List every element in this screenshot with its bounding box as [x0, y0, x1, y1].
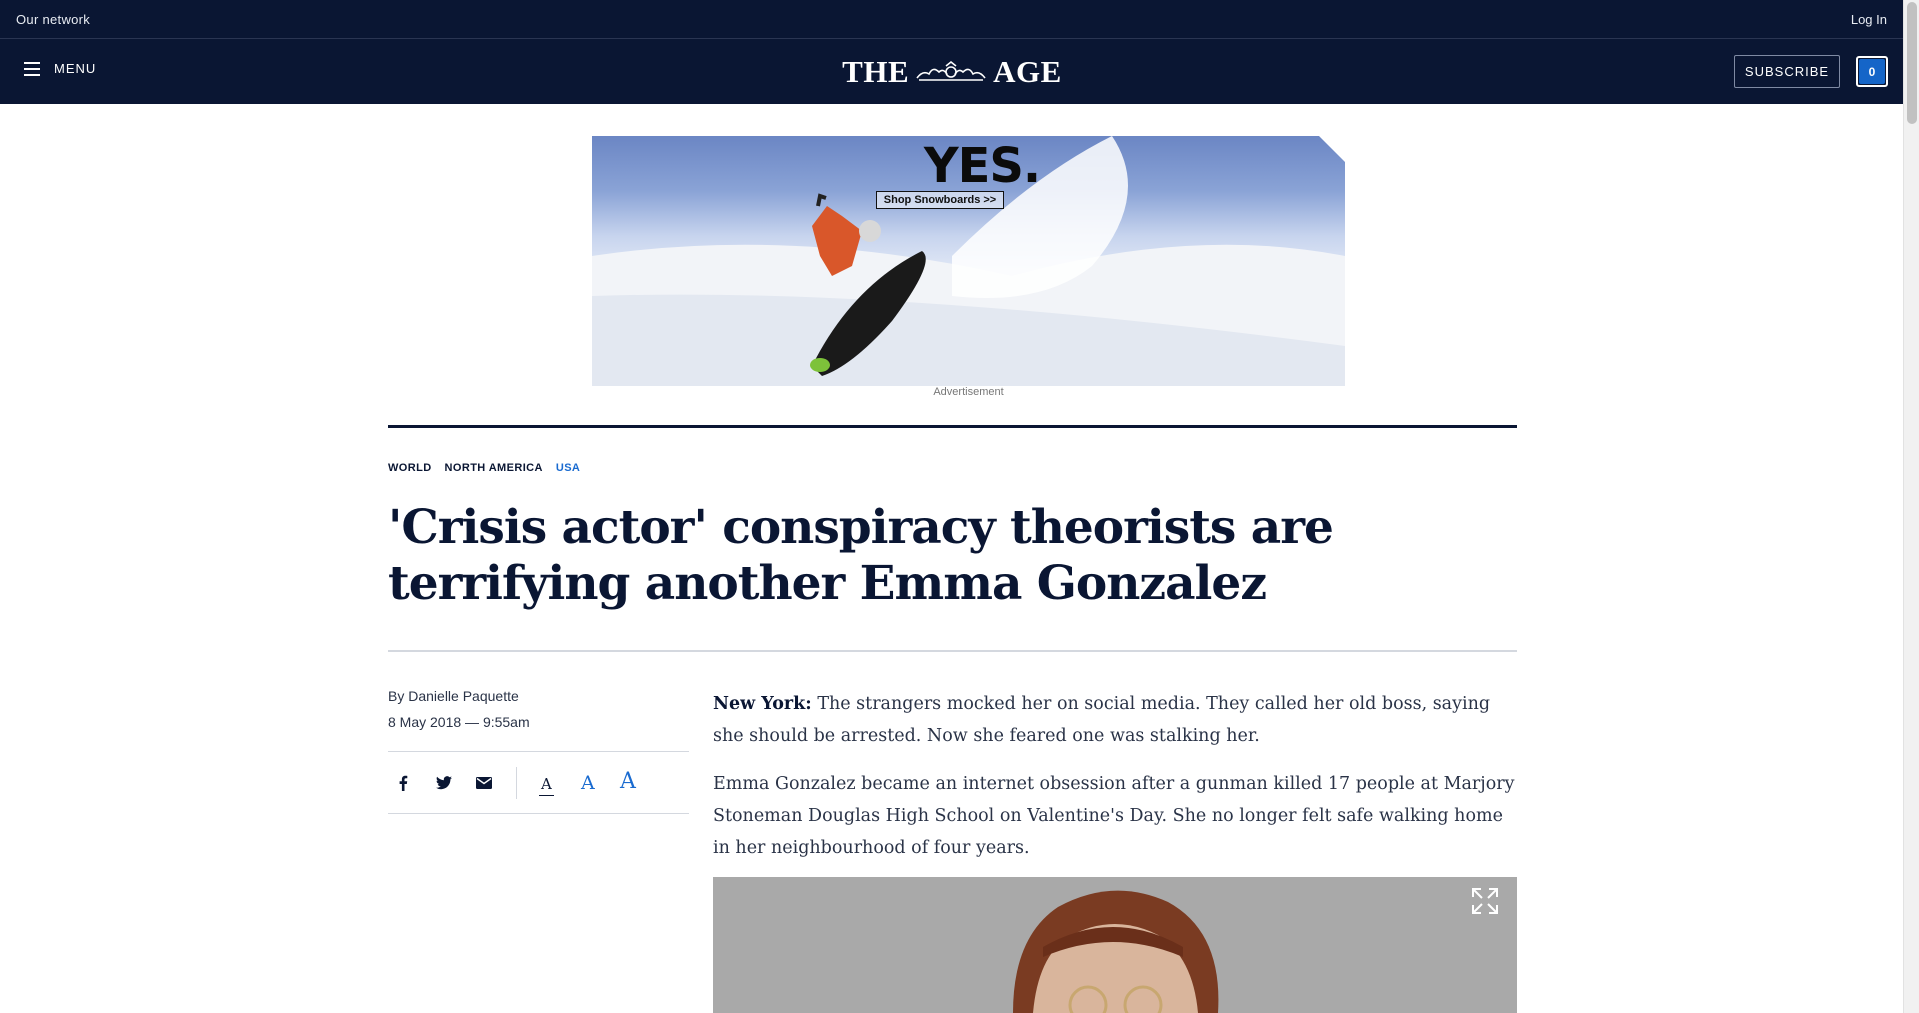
- share-tools: A A A: [388, 764, 689, 802]
- publish-date: 8 May 2018 — 9:55am: [388, 714, 530, 730]
- paragraph-1-text: The strangers mocked her on social media…: [713, 694, 1491, 746]
- the-age-logo[interactable]: THE AGE: [836, 52, 1068, 92]
- article-counter-button[interactable]: 0: [1856, 56, 1888, 87]
- masthead-age: AGE: [993, 54, 1062, 89]
- network-bar: Our network Log In: [0, 0, 1903, 39]
- portrait-image: [713, 877, 1517, 1013]
- breadcrumb-item-world[interactable]: WORLD: [388, 462, 432, 474]
- our-network-link[interactable]: Our network: [16, 12, 90, 27]
- breadcrumb: WORLD NORTH AMERICA USA: [388, 462, 580, 474]
- font-size-large-button[interactable]: A: [620, 769, 636, 794]
- author-link[interactable]: Danielle Paquette: [408, 688, 519, 704]
- font-size-small-button[interactable]: A: [539, 775, 554, 796]
- font-size-medium-button[interactable]: A: [581, 772, 595, 794]
- article-headline: 'Crisis actor' conspiracy theorists are …: [388, 500, 1334, 611]
- twitter-icon[interactable]: [433, 772, 455, 794]
- paragraph-2-text: Emma Gonzalez became an internet obsessi…: [713, 774, 1515, 858]
- byline-prefix: By: [388, 688, 409, 704]
- scrollbar-thumb[interactable]: [1907, 2, 1917, 124]
- lead-photo[interactable]: [713, 877, 1517, 1013]
- breadcrumb-item-north-america[interactable]: NORTH AMERICA: [445, 462, 543, 474]
- menu-label: MENU: [54, 61, 97, 76]
- hamburger-icon: [24, 61, 40, 76]
- crest-icon: [916, 60, 986, 81]
- dateline: New York:: [713, 694, 812, 714]
- paragraph-1: New York: The strangers mocked her on so…: [713, 688, 1517, 752]
- article-body: New York: The strangers mocked her on so…: [713, 688, 1517, 880]
- share-divider: [516, 767, 517, 799]
- masthead-the: THE: [842, 54, 910, 89]
- expand-icon[interactable]: [1471, 887, 1499, 915]
- share-bar-bottom-rule: [388, 813, 689, 814]
- share-bar-top-rule: [388, 751, 689, 752]
- advertisement-banner[interactable]: YES. Shop Snowboards >>: [592, 136, 1345, 386]
- login-link[interactable]: Log In: [1851, 12, 1887, 27]
- page-scrollbar[interactable]: [1903, 0, 1919, 1013]
- ad-cta-button[interactable]: Shop Snowboards >>: [876, 191, 1004, 209]
- ad-corner-fold: [1319, 136, 1345, 162]
- email-icon[interactable]: [473, 772, 495, 794]
- menu-button[interactable]: MENU: [24, 61, 96, 76]
- advertisement-label: Advertisement: [933, 386, 1004, 398]
- byline: By Danielle Paquette: [388, 688, 519, 704]
- subscribe-button[interactable]: SUBSCRIBE: [1734, 55, 1840, 88]
- ad-headline: YES.: [923, 138, 1041, 194]
- section-top-rule: [388, 425, 1517, 428]
- paragraph-2: Emma Gonzalez became an internet obsessi…: [713, 768, 1517, 864]
- headline-divider: [388, 650, 1517, 652]
- article-counter-value: 0: [1859, 59, 1885, 84]
- facebook-icon[interactable]: [392, 772, 414, 794]
- site-header: MENU THE AGE SUBSCRIBE 0: [0, 39, 1903, 104]
- breadcrumb-item-usa[interactable]: USA: [556, 462, 580, 474]
